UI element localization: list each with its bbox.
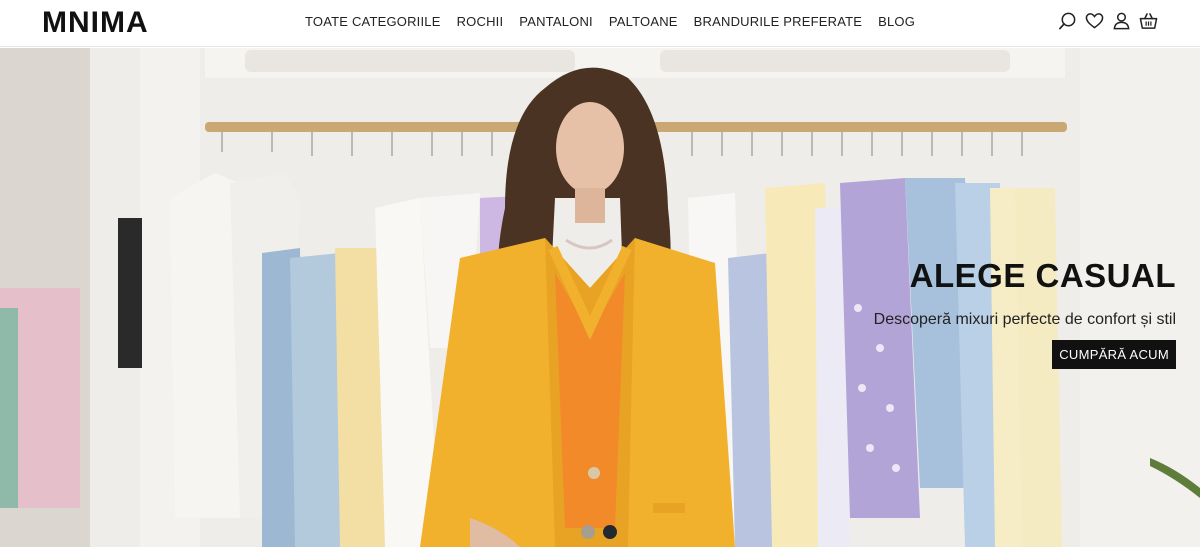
header-actions [1058, 11, 1158, 31]
heart-icon[interactable] [1085, 11, 1104, 31]
basket-icon[interactable] [1139, 11, 1158, 31]
nav-item-toate-categoriile[interactable]: TOATE CATEGORIILE [305, 14, 441, 30]
hero-banner[interactable]: ALEGE CASUAL Descoperă mixuri perfecte d… [0, 48, 1200, 547]
shop-now-button[interactable]: CUMPĂRĂ ACUM [1052, 340, 1176, 369]
search-icon[interactable] [1058, 11, 1077, 31]
nav-item-brandurile-preferate[interactable]: BRANDURILE PREFERATE [694, 14, 862, 30]
nav-item-blog[interactable]: BLOG [878, 14, 915, 30]
hero-subtitle: Descoperă mixuri perfecte de confort și … [873, 311, 1176, 328]
slider-dot-1[interactable] [581, 525, 595, 539]
nav-item-paltoane[interactable]: PALTOANE [609, 14, 678, 30]
user-icon[interactable] [1112, 11, 1131, 31]
brand-logo[interactable]: MNIMA [42, 6, 162, 39]
slider-dot-2[interactable] [603, 525, 617, 539]
nav-item-rochii[interactable]: ROCHII [457, 14, 504, 30]
site-header: MNIMA TOATE CATEGORIILE ROCHII PANTALONI… [0, 0, 1200, 47]
brand-logo-mark: MNIMA [42, 6, 149, 39]
hero-image [0, 48, 1200, 547]
main-nav: TOATE CATEGORIILE ROCHII PANTALONI PALTO… [305, 14, 915, 30]
nav-item-pantaloni[interactable]: PANTALONI [519, 14, 593, 30]
svg-text:MNIMA: MNIMA [42, 6, 149, 36]
slider-pagination [581, 525, 617, 539]
hero-title: ALEGE CASUAL [909, 257, 1176, 294]
